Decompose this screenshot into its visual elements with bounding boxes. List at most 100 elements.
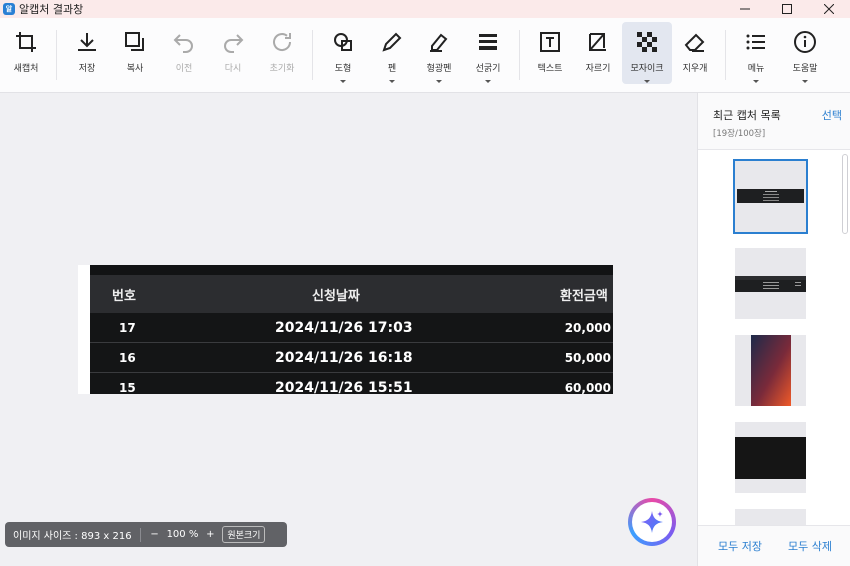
zoom-in-button[interactable]: + — [204, 529, 216, 540]
thumbnail-item[interactable] — [735, 248, 806, 319]
delete-all-button[interactable]: 모두 삭제 — [788, 538, 832, 554]
table-cell: 50,000 — [564, 350, 611, 365]
refresh-icon — [273, 33, 292, 51]
table-cell: 15 — [119, 380, 136, 395]
toolbar-divider — [725, 30, 726, 80]
chevron-down-icon — [485, 80, 491, 83]
header-cell: 환전금액 — [560, 288, 608, 304]
shape-tool[interactable]: 도형 — [318, 22, 368, 84]
redo-icon — [224, 34, 244, 53]
text-label: 텍스트 — [537, 64, 563, 74]
pen-tool[interactable]: 펜 — [367, 22, 417, 84]
menu-button[interactable]: 메뉴 — [731, 22, 781, 84]
toolbar: 새캡처 저장 복사 이전 다시 초기화 도형 펜 형광펜 선굵기 텍스트 자르기… — [0, 18, 850, 93]
captured-table: 번호 신청날짜 환전금액 17 2024/11/26 17:03 20,000 … — [90, 265, 613, 394]
copy-icon — [125, 32, 144, 51]
select-button[interactable]: 선택 — [822, 107, 842, 123]
title-bar: 알 알캡처 결과창 — [0, 0, 850, 18]
panel-footer: 모두 저장 모두 삭제 — [698, 525, 850, 566]
close-icon — [824, 4, 834, 14]
capture-count: [19장/100장] — [713, 129, 766, 139]
reset-button[interactable]: 초기화 — [257, 22, 307, 84]
chevron-down-icon — [802, 80, 808, 83]
highlighter-icon — [430, 33, 448, 52]
toolbar-divider — [56, 30, 57, 80]
table-cell: 2024/11/26 17:03 — [275, 319, 413, 336]
help-button[interactable]: 도움말 — [780, 22, 830, 84]
panel-title: 최근 캡처 목록 — [713, 109, 781, 122]
table-cell: 16 — [119, 350, 136, 365]
table-row: 17 2024/11/26 17:03 20,000 — [90, 313, 613, 343]
highlighter-tool[interactable]: 형광펜 — [414, 22, 464, 84]
undo-button[interactable]: 이전 — [159, 22, 209, 84]
reset-label: 초기화 — [269, 64, 295, 74]
table-row: 16 2024/11/26 16:18 50,000 — [90, 343, 613, 373]
status-divider — [139, 527, 141, 542]
minimize-button[interactable] — [724, 0, 766, 18]
thumbnail-list[interactable] — [698, 150, 850, 525]
redo-label: 다시 — [224, 64, 242, 74]
redo-button[interactable]: 다시 — [208, 22, 258, 84]
toolbar-divider — [312, 30, 313, 80]
text-icon — [540, 32, 560, 52]
thumbnail-image — [750, 335, 791, 406]
table-cell: 2024/11/26 15:51 — [275, 379, 413, 395]
chevron-down-icon — [389, 80, 395, 83]
thumbnail-image — [735, 436, 806, 479]
toolbar-divider — [519, 30, 520, 80]
shape-icon — [334, 33, 352, 51]
canvas-area[interactable]: 번호 신청날짜 환전금액 17 2024/11/26 17:03 20,000 … — [0, 93, 697, 566]
menu-label: 메뉴 — [747, 64, 765, 74]
captured-image[interactable]: 번호 신청날짜 환전금액 17 2024/11/26 17:03 20,000 … — [78, 265, 613, 394]
minimize-icon — [740, 8, 750, 10]
mosaic-tool[interactable]: 모자이크 — [622, 22, 672, 84]
copy-button[interactable]: 복사 — [110, 22, 160, 84]
close-button[interactable] — [808, 0, 850, 18]
recent-captures-panel: 최근 캡처 목록 선택 [19장/100장] 모두 저장 모두 삭제 — [697, 93, 850, 566]
list-icon — [746, 34, 765, 50]
image-size-text: 이미지 사이즈 : 893 x 216 — [13, 531, 132, 542]
thumbnail-item[interactable] — [735, 335, 806, 406]
save-button[interactable]: 저장 — [62, 22, 112, 84]
mosaic-icon — [637, 32, 657, 52]
chevron-down-icon — [644, 80, 650, 83]
table-cell: 60,000 — [564, 380, 611, 395]
new-capture-button[interactable]: 새캡처 — [1, 22, 51, 84]
pen-icon — [382, 32, 402, 52]
save-all-button[interactable]: 모두 저장 — [718, 538, 762, 554]
shape-label: 도형 — [334, 64, 352, 74]
eraser-icon — [684, 33, 705, 52]
original-size-button[interactable]: 원본크기 — [222, 526, 266, 543]
window-title: 알캡처 결과창 — [19, 3, 84, 16]
maximize-button[interactable] — [766, 0, 808, 18]
status-bar: 이미지 사이즈 : 893 x 216 − 100 % + 원본크기 — [5, 522, 287, 547]
scrollbar[interactable] — [842, 154, 848, 234]
app-logo-icon: 알 — [3, 3, 15, 15]
thumbnail-item[interactable] — [735, 509, 806, 525]
thumbnail-item[interactable] — [735, 422, 806, 493]
text-tool[interactable]: 텍스트 — [525, 22, 575, 84]
line-width-label: 선굵기 — [475, 64, 501, 74]
window-controls — [724, 0, 850, 18]
line-width-tool[interactable]: 선굵기 — [463, 22, 513, 84]
crop-icon — [589, 33, 606, 51]
header-cell: 신청날짜 — [312, 288, 360, 304]
table-row: 15 2024/11/26 15:51 60,000 — [90, 373, 613, 394]
download-icon — [78, 33, 96, 51]
line-width-icon — [479, 34, 497, 50]
captured-table-header: 번호 신청날짜 환전금액 — [90, 275, 613, 313]
zoom-out-button[interactable]: − — [149, 529, 161, 540]
sparkle-icon — [641, 511, 663, 533]
maximize-icon — [782, 4, 792, 14]
thumbnail-image — [737, 188, 804, 203]
ai-assistant-button[interactable] — [628, 498, 676, 546]
table-cell: 17 — [119, 320, 136, 335]
crop-tool[interactable]: 자르기 — [573, 22, 623, 84]
pen-label: 펜 — [387, 64, 397, 74]
thumbnail-item[interactable] — [733, 159, 808, 234]
thumbnail-image — [735, 275, 806, 292]
crop-label: 자르기 — [585, 64, 611, 74]
eraser-tool[interactable]: 지우개 — [670, 22, 720, 84]
help-label: 도움말 — [792, 64, 818, 74]
header-cell: 번호 — [112, 288, 136, 304]
